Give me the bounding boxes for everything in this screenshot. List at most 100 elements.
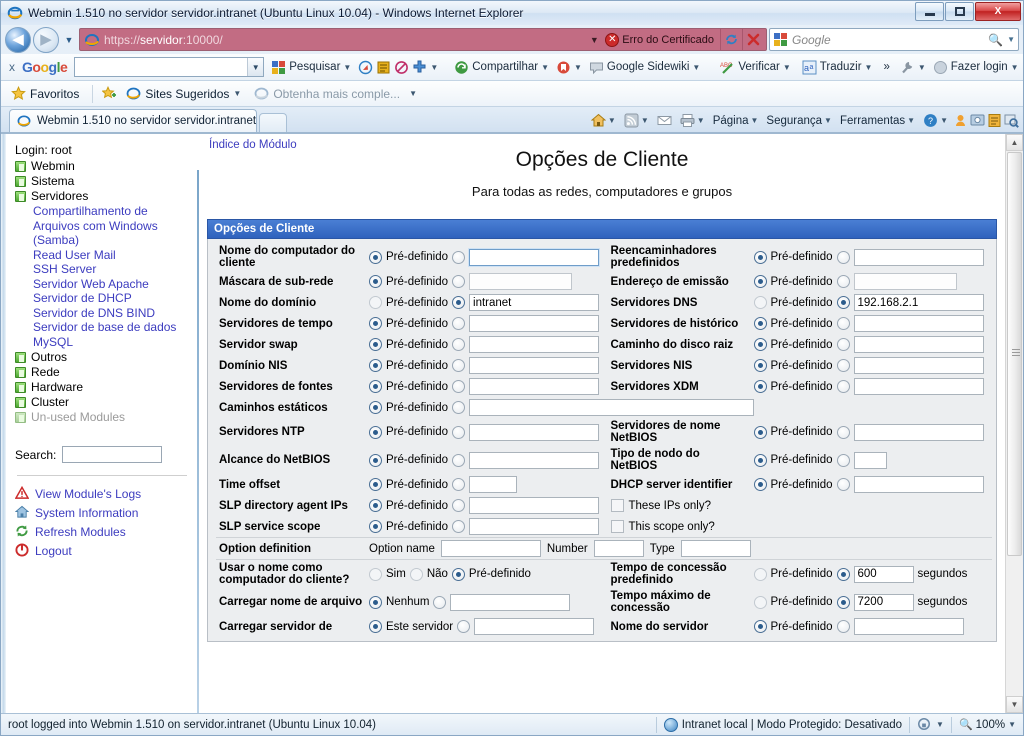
- sidebar-link-view-logs[interactable]: View Module's Logs: [14, 485, 193, 501]
- value-input[interactable]: [853, 476, 984, 493]
- inspect-icon[interactable]: [1004, 113, 1019, 128]
- toolbar-item-traduzir[interactable]: aa Traduzir ▼: [798, 58, 877, 77]
- value-input[interactable]: [469, 294, 600, 311]
- sidebar-link-ssh-server[interactable]: SSH Server: [33, 262, 193, 277]
- custom-radio[interactable]: [836, 453, 850, 467]
- custom-radio[interactable]: [452, 478, 466, 491]
- search-box[interactable]: Google 🔍 ▼: [769, 28, 1019, 51]
- screenshot-icon[interactable]: [970, 113, 985, 128]
- read-mail-button[interactable]: [654, 111, 675, 130]
- custom-radio[interactable]: [836, 250, 850, 264]
- predefined-radio[interactable]: [753, 478, 767, 491]
- custom-radio[interactable]: [433, 595, 447, 609]
- predefined-radio[interactable]: [369, 296, 382, 309]
- chevron-down-icon[interactable]: ▼: [783, 63, 791, 72]
- custom-radio[interactable]: [452, 275, 466, 288]
- scroll-up-button[interactable]: ▲: [1006, 134, 1023, 151]
- home-button[interactable]: ▼: [588, 111, 619, 130]
- custom-radio[interactable]: [836, 275, 850, 288]
- value-input[interactable]: [468, 247, 601, 267]
- predefined-radio[interactable]: [753, 595, 767, 609]
- predefined-radio[interactable]: [753, 453, 767, 467]
- value-input[interactable]: [853, 618, 964, 635]
- predefined-radio[interactable]: [369, 275, 382, 288]
- sidebar-item-rede[interactable]: Rede: [15, 365, 193, 379]
- stop-button[interactable]: [742, 29, 764, 50]
- security-menu-button[interactable]: Segurança ▼: [763, 113, 835, 129]
- toolbar-item-sidewiki[interactable]: Google Sidewiki ▼: [585, 58, 704, 77]
- nenhum-radio[interactable]: [369, 595, 382, 609]
- address-bar[interactable]: https://servidor:10000/ ▼ ✕ Erro do Cert…: [79, 28, 767, 51]
- feeds-button[interactable]: ▼: [621, 111, 652, 130]
- toolbar-item-verificar[interactable]: ABC Verificar ▼: [716, 58, 794, 77]
- page-menu-button[interactable]: Página ▼: [710, 113, 762, 129]
- nao-radio[interactable]: [409, 567, 423, 581]
- custom-radio[interactable]: [452, 250, 466, 264]
- custom-radio[interactable]: [836, 296, 850, 309]
- predefined-radio[interactable]: [753, 359, 767, 372]
- history-dropdown-icon[interactable]: ▼: [61, 29, 77, 51]
- this-scope-only-checkbox[interactable]: [610, 520, 624, 533]
- predefined-radio[interactable]: [753, 380, 767, 393]
- predefined-radio[interactable]: [369, 401, 382, 414]
- add-button-icon[interactable]: [412, 60, 427, 75]
- sidebar-link-mysql[interactable]: Servidor de base de dados MySQL: [33, 320, 193, 349]
- value-input[interactable]: [853, 294, 984, 311]
- toolbar-overflow-button[interactable]: »: [879, 59, 893, 75]
- toolbar-item-pesquisar[interactable]: Pesquisar ▼: [267, 58, 355, 77]
- custom-radio[interactable]: [836, 567, 850, 581]
- value-input[interactable]: [469, 378, 600, 395]
- value-input[interactable]: [853, 315, 984, 332]
- custom-radio[interactable]: [836, 478, 850, 491]
- search-dropdown-icon[interactable]: ▼: [1007, 35, 1015, 44]
- chevron-down-icon[interactable]: ▼: [692, 63, 700, 72]
- value-input[interactable]: [853, 336, 984, 353]
- chevron-down-icon[interactable]: ▼: [233, 89, 241, 98]
- chevron-down-icon[interactable]: ▼: [751, 116, 759, 125]
- chevron-down-icon[interactable]: ▼: [824, 116, 832, 125]
- value-input[interactable]: [853, 593, 914, 611]
- value-input[interactable]: [853, 357, 984, 374]
- value-input[interactable]: [853, 565, 914, 583]
- sim-radio[interactable]: [369, 567, 382, 581]
- custom-radio[interactable]: [452, 401, 466, 414]
- toolbar-item-fazer-login[interactable]: Fazer login ▼: [929, 58, 1023, 77]
- chevron-down-icon[interactable]: ▼: [865, 63, 873, 72]
- option-name-input[interactable]: [440, 540, 541, 557]
- custom-radio[interactable]: [836, 595, 850, 609]
- value-input[interactable]: [853, 378, 984, 395]
- sidebar-item-webmin[interactable]: Webmin: [15, 159, 193, 173]
- chevron-down-icon[interactable]: ▼: [541, 63, 549, 72]
- forward-button[interactable]: ▶: [33, 26, 59, 53]
- chevron-down-icon[interactable]: ▼: [907, 116, 915, 125]
- sidebar-item-unused-modules[interactable]: Un-used Modules: [15, 410, 193, 424]
- value-input[interactable]: [853, 451, 887, 469]
- back-button[interactable]: ◀: [5, 26, 31, 53]
- predefined-radio[interactable]: [753, 620, 767, 633]
- add-favorite-icon[interactable]: [101, 85, 117, 101]
- sidebar-link-logout[interactable]: Logout: [15, 543, 193, 558]
- new-tab-button[interactable]: [259, 113, 287, 132]
- sidebar-item-servidores[interactable]: Servidores: [15, 189, 193, 203]
- module-index-link[interactable]: Índice do Módulo: [209, 139, 297, 151]
- value-input[interactable]: [469, 273, 573, 290]
- blocked-ads-icon[interactable]: [394, 60, 409, 75]
- custom-radio[interactable]: [452, 359, 466, 372]
- sidebar-link-dhcp[interactable]: Servidor de DHCP: [33, 291, 193, 306]
- predefined-radio[interactable]: [369, 317, 382, 330]
- predefined-radio[interactable]: [753, 338, 767, 351]
- value-input[interactable]: [469, 399, 755, 416]
- custom-radio[interactable]: [457, 620, 471, 633]
- sidebar-link-refresh-modules[interactable]: Refresh Modules: [15, 524, 193, 539]
- value-input[interactable]: [469, 476, 518, 493]
- search-input[interactable]: Google: [792, 33, 984, 47]
- maximize-button[interactable]: [945, 2, 974, 21]
- scroll-down-button[interactable]: ▼: [1006, 696, 1023, 713]
- print-button[interactable]: ▼: [677, 111, 708, 130]
- custom-radio[interactable]: [452, 296, 466, 309]
- custom-radio[interactable]: [836, 620, 850, 633]
- these-ips-only-checkbox[interactable]: [610, 499, 624, 512]
- value-input[interactable]: [853, 273, 957, 290]
- sidebar-item-cluster[interactable]: Cluster: [15, 395, 193, 409]
- chevron-down-icon[interactable]: ▼: [430, 63, 438, 72]
